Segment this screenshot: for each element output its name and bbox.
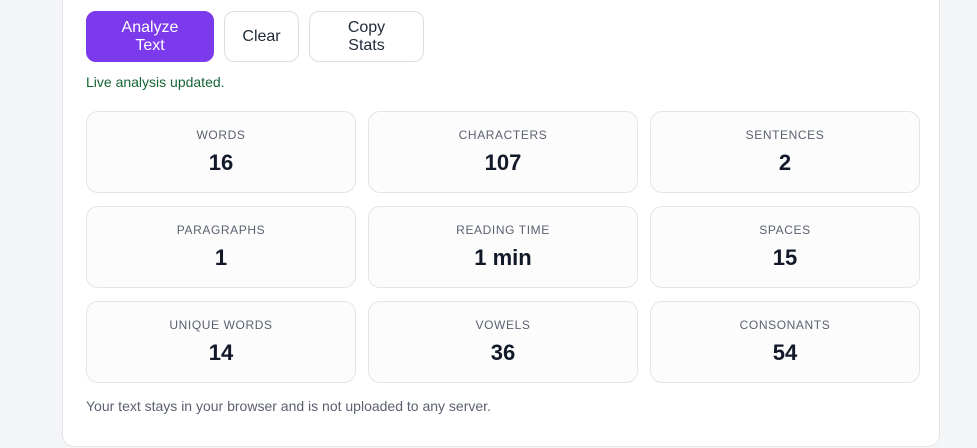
stat-value: 1 min — [474, 245, 532, 270]
stat-label: SENTENCES — [745, 128, 825, 142]
stat-value: 14 — [208, 340, 234, 365]
stat-value: 107 — [484, 150, 522, 175]
stat-value: 16 — [208, 150, 234, 175]
stat-characters: CHARACTERS 107 — [368, 111, 638, 193]
analyze-text-button[interactable]: Analyze Text — [86, 11, 214, 62]
stat-label: VOWELS — [475, 318, 531, 332]
stat-sentences: SENTENCES 2 — [650, 111, 920, 193]
stat-label: CONSONANTS — [739, 318, 831, 332]
stat-spaces: SPACES 15 — [650, 206, 920, 288]
privacy-note: Your text stays in your browser and is n… — [86, 398, 491, 414]
stat-consonants: CONSONANTS 54 — [650, 301, 920, 383]
stat-value: 36 — [490, 340, 516, 365]
stat-value: 1 — [214, 245, 228, 270]
analyzer-card: Analyze Text Clear Copy Stats Live analy… — [62, 0, 940, 447]
stat-vowels: VOWELS 36 — [368, 301, 638, 383]
stat-words: WORDS 16 — [86, 111, 356, 193]
stat-label: READING TIME — [456, 223, 550, 237]
stat-value: 15 — [772, 245, 798, 270]
stat-value: 2 — [778, 150, 792, 175]
stat-label: CHARACTERS — [458, 128, 548, 142]
status-message: Live analysis updated. — [86, 74, 225, 90]
stat-label: UNIQUE WORDS — [169, 318, 273, 332]
stat-paragraphs: PARAGRAPHS 1 — [86, 206, 356, 288]
stat-unique-words: UNIQUE WORDS 14 — [86, 301, 356, 383]
copy-stats-button[interactable]: Copy Stats — [309, 11, 424, 62]
action-bar: Analyze Text Clear Copy Stats — [86, 11, 424, 62]
stat-label: PARAGRAPHS — [176, 223, 266, 237]
stat-label: SPACES — [759, 223, 811, 237]
stat-label: WORDS — [196, 128, 246, 142]
stat-reading-time: READING TIME 1 min — [368, 206, 638, 288]
stat-value: 54 — [772, 340, 798, 365]
stats-grid: WORDS 16 CHARACTERS 107 SENTENCES 2 PARA… — [86, 111, 920, 383]
clear-button[interactable]: Clear — [224, 11, 299, 62]
